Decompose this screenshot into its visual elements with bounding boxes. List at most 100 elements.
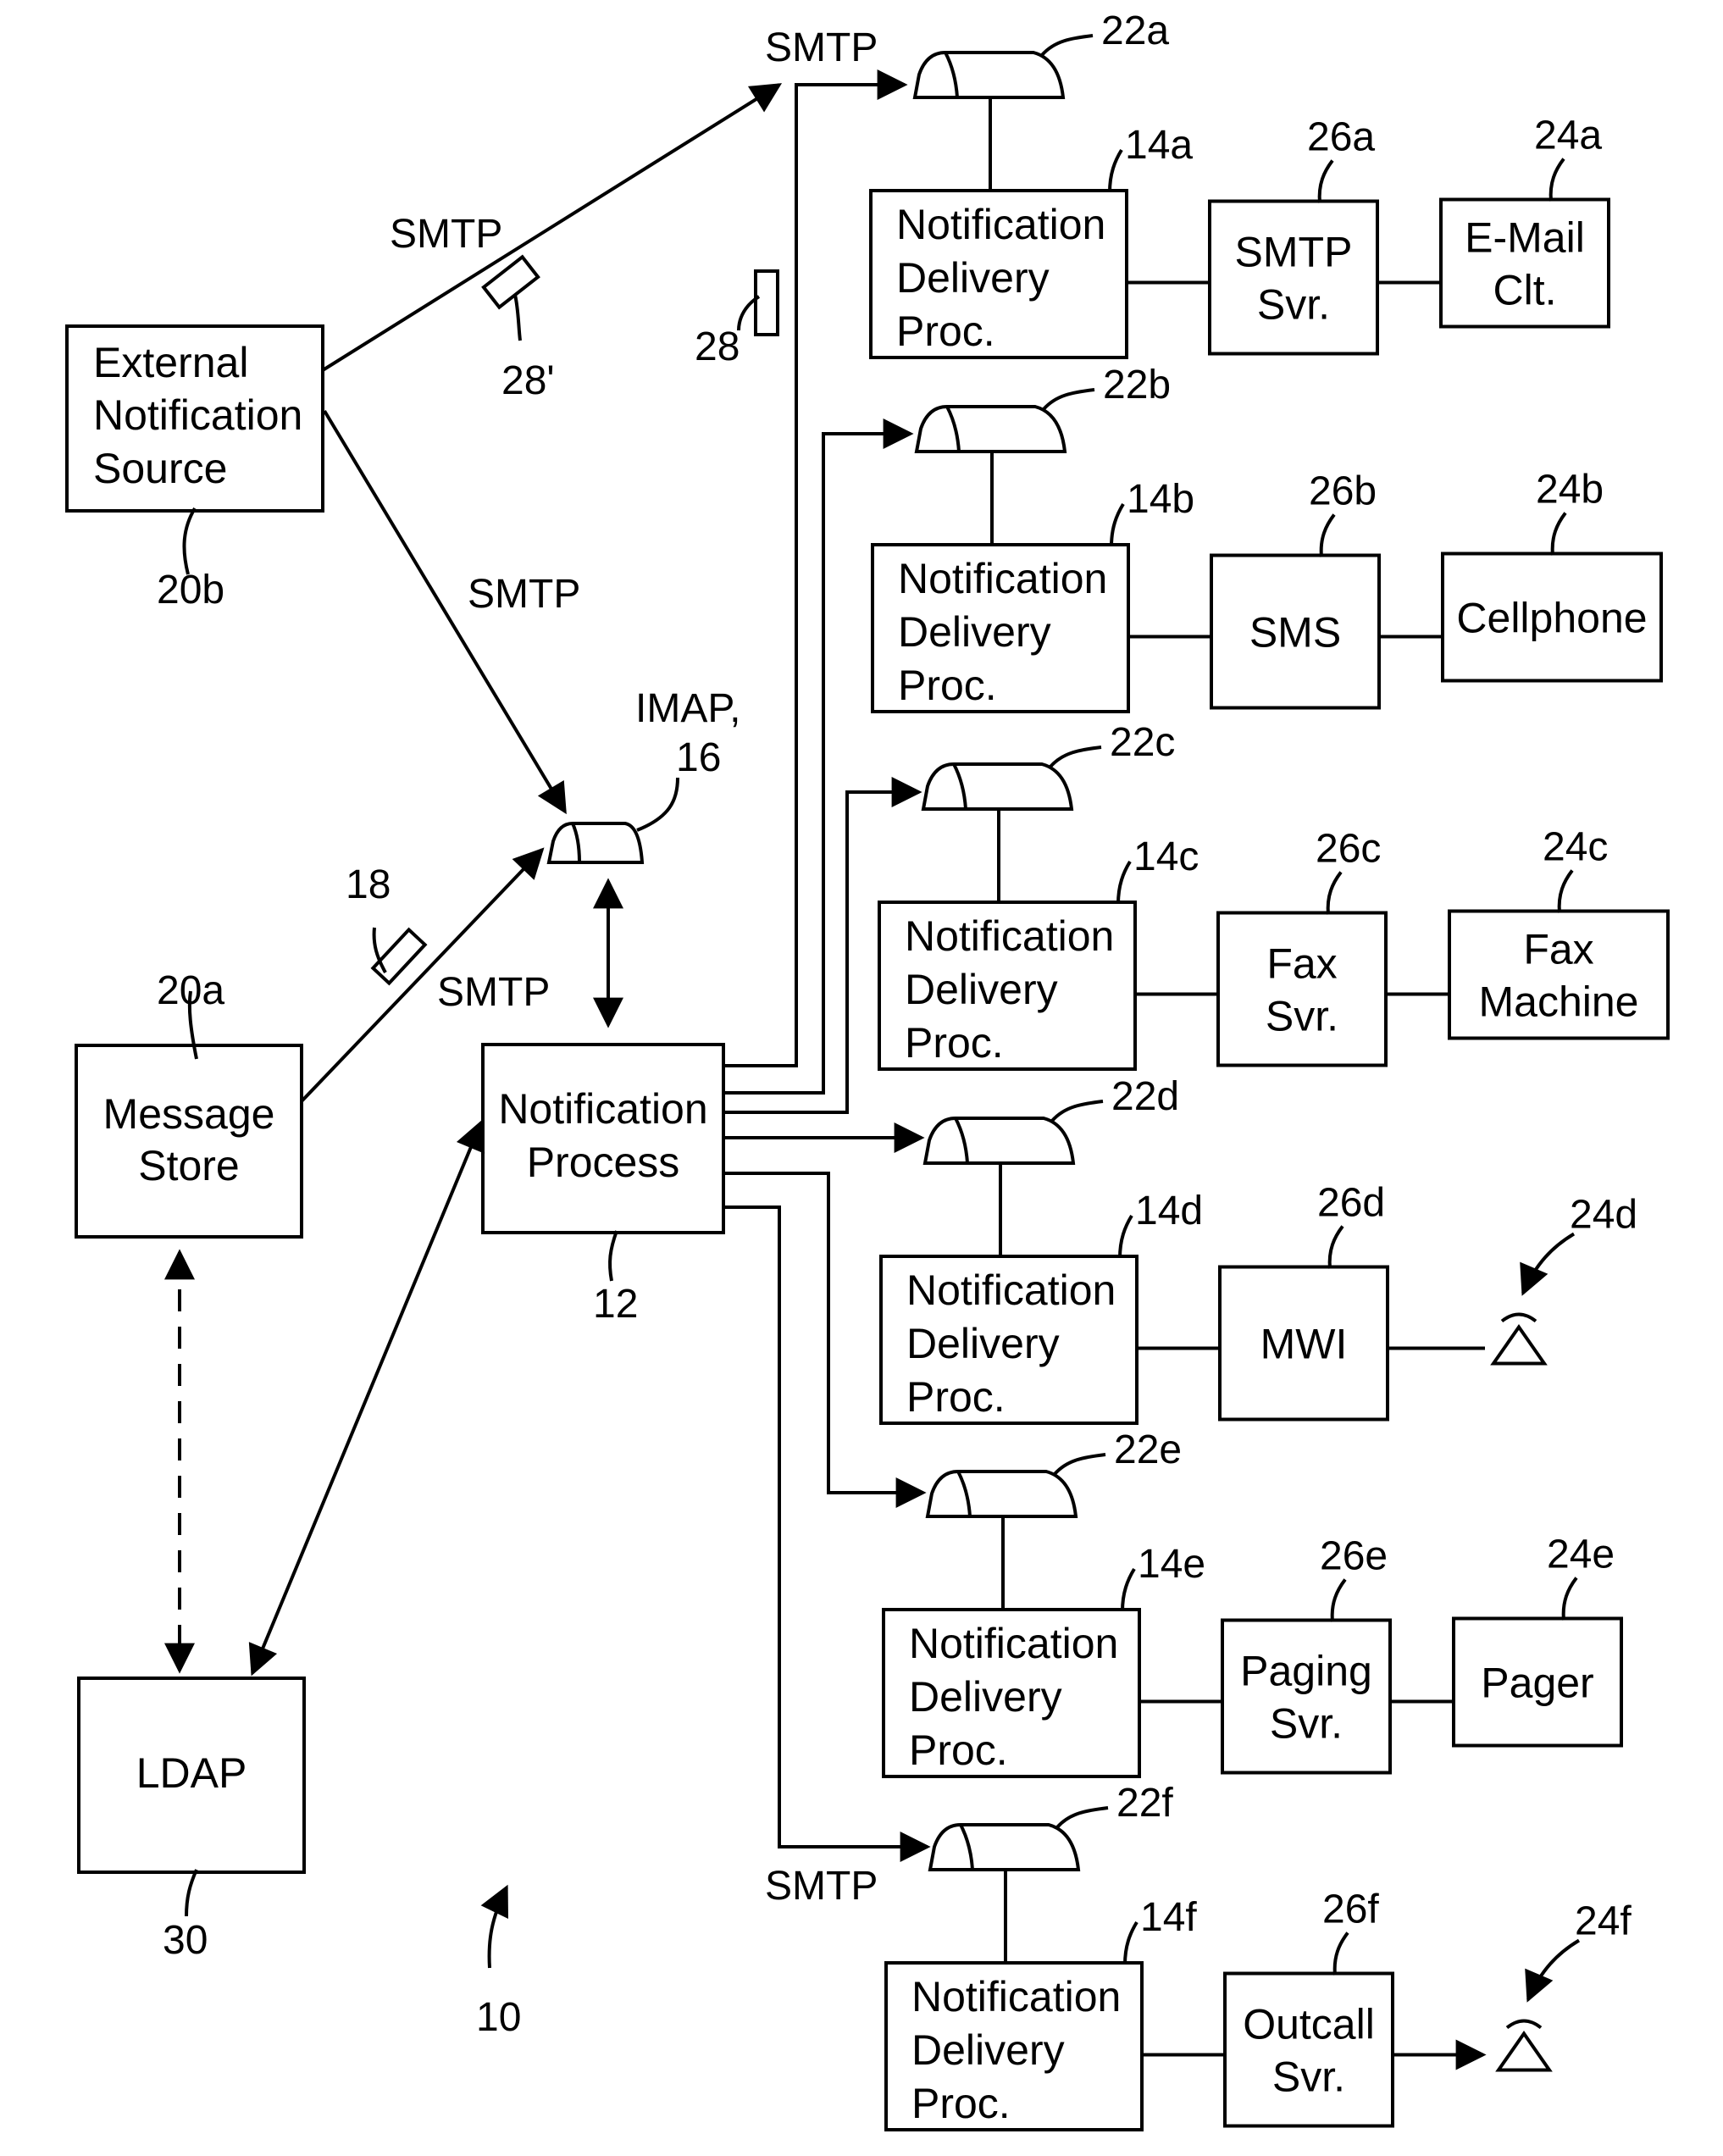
- server-line: Svr.: [1272, 2053, 1345, 2101]
- delivery-proc-line: Proc.: [896, 308, 995, 355]
- figure-ref-arrow: [480, 1884, 509, 1969]
- smtp-label-middle: SMTP: [468, 572, 580, 617]
- message-store-line-1: Message: [103, 1090, 275, 1138]
- message-18: 18: [346, 862, 428, 986]
- telephone-icon: [1495, 2019, 1553, 2072]
- smtp-label-upper-left: SMTP: [390, 212, 502, 257]
- telephone-icon: [1490, 1312, 1548, 1366]
- leader-20b: [182, 507, 197, 575]
- delivery-proc-line: Proc.: [909, 1726, 1008, 1774]
- ref-28: 28: [695, 324, 740, 369]
- queue-22d: [922, 1117, 1076, 1165]
- server-line: Outcall: [1243, 2001, 1375, 2048]
- queue-22a: [912, 51, 1066, 99]
- leader-22c: [1049, 745, 1102, 768]
- ref-22b: 22b: [1103, 363, 1171, 407]
- smtp-label-bottom: SMTP: [765, 1864, 878, 1909]
- server-26f: Outcall Svr.: [1223, 1971, 1394, 2128]
- leader-22b: [1042, 388, 1095, 411]
- server-line: Paging: [1240, 1648, 1372, 1695]
- delivery-proc-line: Notification: [906, 1266, 1116, 1314]
- leader-30: [185, 1869, 198, 1917]
- channel-22f: 22f Notification Delivery Proc. 14f Outcall Sv…: [884, 1781, 1632, 2131]
- message-store-line-2: Store: [138, 1142, 240, 1189]
- ref-24c: 24c: [1543, 825, 1608, 870]
- ref-24f: 24f: [1575, 1899, 1632, 1944]
- ref-26a: 26a: [1307, 115, 1375, 160]
- server-26a: SMTP Svr.: [1208, 199, 1379, 356]
- leader-14e: [1121, 1567, 1136, 1612]
- delivery-proc-line: Delivery: [896, 254, 1050, 302]
- ref-22a: 22a: [1101, 8, 1169, 53]
- ref-20b: 20b: [157, 568, 224, 612]
- leader-26c: [1326, 871, 1343, 915]
- leader-24b: [1550, 512, 1567, 556]
- delivery-proc-line: Notification: [911, 1973, 1121, 2020]
- delivery-proc-line: Delivery: [905, 966, 1058, 1013]
- leader-14b: [1110, 502, 1125, 547]
- queue-22c: [921, 762, 1074, 811]
- leader-14f: [1123, 1920, 1139, 1965]
- ref-28p: 28': [501, 358, 555, 403]
- device-line: Clt.: [1493, 267, 1557, 314]
- ref-20a: 20a: [157, 968, 224, 1013]
- leader-22f: [1055, 1806, 1109, 1829]
- delivery-proc-14f: Notification Delivery Proc.: [884, 1961, 1144, 2131]
- delivery-proc-line: Notification: [909, 1620, 1118, 1667]
- ref-22f: 22f: [1116, 1781, 1173, 1826]
- server-line: SMTP: [1235, 229, 1353, 276]
- delivery-proc-line: Delivery: [911, 2026, 1065, 2074]
- delivery-proc-line: Proc.: [898, 662, 997, 709]
- ref-26d: 26d: [1317, 1181, 1385, 1226]
- ref-24b: 24b: [1536, 468, 1604, 513]
- leader-26e: [1330, 1578, 1347, 1622]
- leader-26b: [1319, 513, 1336, 557]
- ref-24a: 24a: [1534, 114, 1602, 158]
- external-source-line-1: External: [93, 339, 248, 386]
- device-24a: E-Mail Clt.: [1439, 197, 1610, 329]
- delivery-proc-14c: Notification Delivery Proc.: [878, 901, 1137, 1071]
- ref-26b: 26b: [1309, 469, 1377, 514]
- ref-24e: 24e: [1547, 1532, 1615, 1577]
- channel-22b: 22b Notification Delivery Proc. 14b SMS 26b Cel…: [871, 363, 1663, 713]
- ref-18: 18: [346, 862, 391, 907]
- channel-22d: 22d Notification Delivery Proc. 14d MWI 26d 24d: [879, 1074, 1637, 1425]
- leader-14a: [1108, 148, 1123, 193]
- external-source-line-3: Source: [93, 445, 227, 492]
- server-26b: SMS: [1210, 553, 1381, 710]
- ref-14f: 14f: [1140, 1895, 1197, 1940]
- message-28-prime: 28': [481, 254, 555, 403]
- leader-22d: [1050, 1100, 1104, 1122]
- leader-14d: [1118, 1214, 1133, 1259]
- imap-message-store-16: IMAP, 16: [546, 686, 741, 864]
- ref-26f: 26f: [1322, 1887, 1379, 1932]
- leader-16: [636, 777, 679, 832]
- ref-12: 12: [593, 1282, 638, 1327]
- ldap-node: LDAP 30: [77, 1677, 306, 1963]
- leader-24a: [1548, 158, 1565, 202]
- delivery-proc-line: Proc.: [905, 1019, 1004, 1067]
- leader-26a: [1317, 159, 1334, 203]
- server-26c: Fax Svr.: [1216, 911, 1388, 1067]
- device-24c: Fax Machine: [1448, 909, 1670, 1040]
- ref-22d: 22d: [1111, 1074, 1179, 1119]
- device-line: Machine: [1479, 978, 1639, 1026]
- delivery-proc-line: Proc.: [906, 1373, 1006, 1421]
- ref-26e: 26e: [1320, 1534, 1388, 1579]
- leader-26f: [1332, 1932, 1349, 1976]
- device-24e: Pager: [1452, 1616, 1623, 1748]
- ref-14a: 14a: [1125, 123, 1193, 168]
- ref-22e: 22e: [1114, 1427, 1182, 1472]
- delivery-channels: 22a Notification Delivery Proc. 14a SMTP Svr. 2…: [869, 8, 1670, 2131]
- server-line: Svr.: [1266, 993, 1338, 1040]
- imap-label: IMAP,: [635, 686, 741, 731]
- server-line: Svr.: [1257, 281, 1330, 329]
- ref-24d: 24d: [1570, 1193, 1637, 1238]
- channel-22e: 22e Notification Delivery Proc. 14e Paging Svr…: [882, 1427, 1623, 1778]
- channel-22c: 22c Notification Delivery Proc. 14c Fax Svr. 26…: [878, 720, 1670, 1071]
- notification-system-diagram: External Notification Source 20b Message…: [65, 8, 1670, 2131]
- leader-24f: [1525, 1938, 1581, 2003]
- delivery-proc-line: Notification: [905, 912, 1114, 960]
- leader-24e: [1561, 1577, 1578, 1621]
- external-source-line-2: Notification: [93, 391, 302, 439]
